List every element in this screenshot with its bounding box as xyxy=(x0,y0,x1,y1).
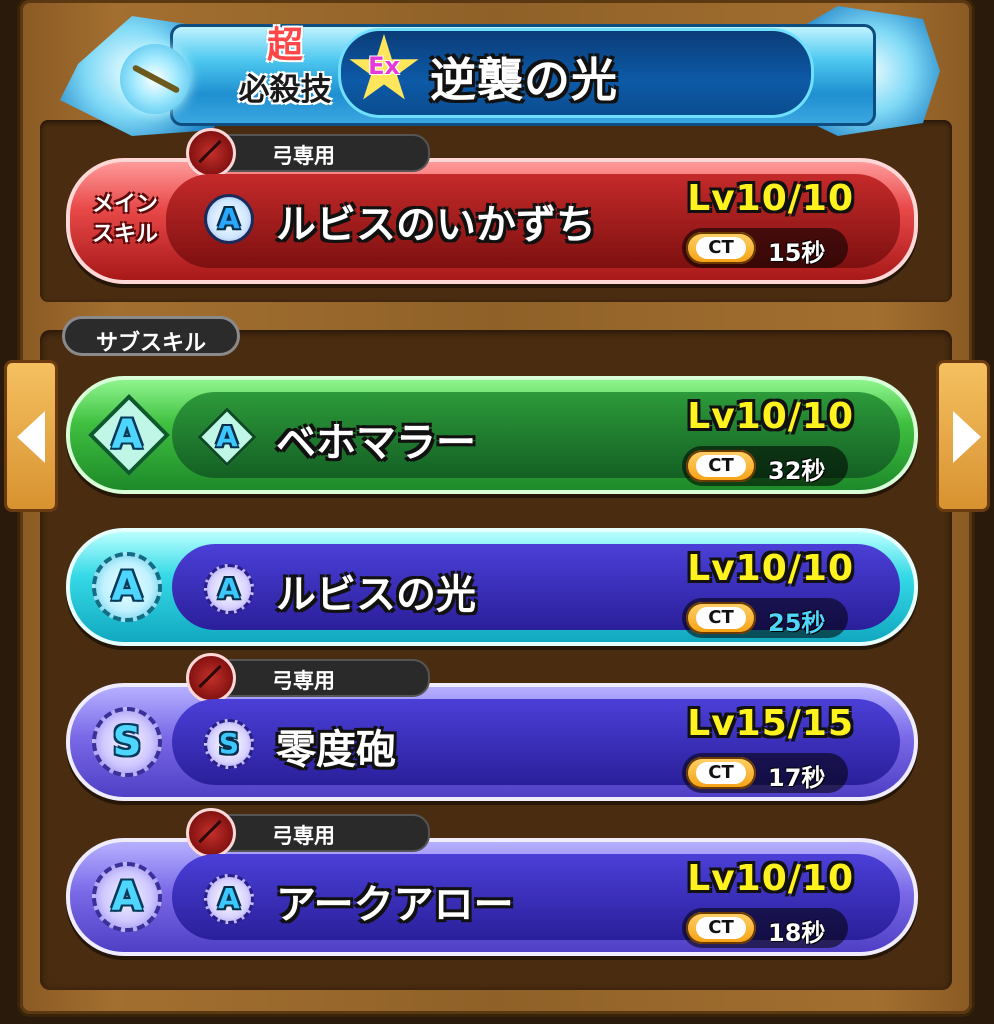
skill-type-big-letter: A xyxy=(111,412,143,458)
cooldown-box: CT 25秒 xyxy=(682,598,848,638)
ct-icon: CT xyxy=(686,232,756,264)
skill-type-letter: A xyxy=(216,420,238,453)
bow-icon xyxy=(186,653,236,703)
bow-only-label: 弓専用 xyxy=(272,144,335,168)
main-skill-label-line1: メイン xyxy=(91,192,158,217)
sub-skill-row[interactable]: A A ベホマラー Lv10/10 CT 32秒 xyxy=(66,376,918,494)
ct-icon: CT xyxy=(686,602,756,634)
prev-button[interactable] xyxy=(4,360,58,512)
sub-skill-name: ベホマラー xyxy=(276,420,476,466)
ct-label: CT xyxy=(696,762,746,784)
sub-skill-name: ルビスの光 xyxy=(276,572,476,618)
main-skill-label-line2: スキル xyxy=(91,222,158,247)
skill-type-big-letter: A xyxy=(111,564,143,610)
skill-type-letter: S xyxy=(218,727,240,760)
ct-label: CT xyxy=(696,917,746,939)
cooldown-box: CT 15秒 xyxy=(682,228,848,268)
ct-icon: CT xyxy=(686,757,756,789)
cooldown-value: 18秒 xyxy=(768,919,826,947)
bow-only-tag: 弓専用 xyxy=(186,653,430,703)
skill-level: Lv10/10 xyxy=(687,396,854,437)
cooldown-box: CT 17秒 xyxy=(682,753,848,793)
ct-label: CT xyxy=(696,455,746,477)
cooldown-box: CT 32秒 xyxy=(682,446,848,486)
bow-only-tag: 弓専用 xyxy=(186,128,430,178)
main-skill-row[interactable]: 弓専用 メイン スキル A ルビスのいかずち Lv10/10 CT 15秒 xyxy=(66,128,918,284)
sub-skill-label: サブスキル xyxy=(95,331,206,356)
chevron-right-icon xyxy=(953,411,981,463)
bow-only-label: 弓専用 xyxy=(272,824,335,848)
skill-type-big-letter: S xyxy=(112,719,142,765)
sub-skill-name: 零度砲 xyxy=(276,727,396,773)
main-skill-label: メイン スキル xyxy=(82,190,168,250)
skill-level: Lv15/15 xyxy=(687,703,854,744)
chevron-left-icon xyxy=(17,411,45,463)
ct-icon: CT xyxy=(686,912,756,944)
weapon-icon xyxy=(120,44,190,114)
sub-skill-tag: サブスキル xyxy=(62,316,240,356)
main-skill-name: ルビスのいかずち xyxy=(276,202,596,248)
cooldown-value: 32秒 xyxy=(768,457,826,485)
skill-type-letter: A xyxy=(218,572,240,605)
cooldown-value: 15秒 xyxy=(768,239,826,267)
super-label: 超 xyxy=(266,25,303,66)
skill-level: Lv10/10 xyxy=(687,178,854,219)
sub-skill-name: アークアロー xyxy=(276,882,514,928)
sub-skill-row[interactable]: 弓専用 A A アークアロー Lv10/10 CT 18秒 xyxy=(66,808,918,956)
skill-type-big-letter: A xyxy=(111,874,143,920)
cooldown-box: CT 18秒 xyxy=(682,908,848,948)
cooldown-value: 17秒 xyxy=(768,764,826,792)
bow-icon xyxy=(186,128,236,178)
next-button[interactable] xyxy=(936,360,990,512)
ct-icon: CT xyxy=(686,450,756,482)
bow-only-label: 弓専用 xyxy=(272,669,335,693)
skill-type-letter: A xyxy=(218,882,240,915)
special-move-title: 逆襲の光 xyxy=(430,53,618,107)
ct-label: CT xyxy=(696,607,746,629)
bow-icon xyxy=(186,808,236,858)
cooldown-value: 25秒 xyxy=(768,609,826,637)
ct-label: CT xyxy=(696,237,746,259)
bow-only-tag: 弓専用 xyxy=(186,808,430,858)
super-special-header[interactable]: 超 必殺技 Ex 逆襲の光 xyxy=(60,6,940,136)
sub-skill-row[interactable]: 弓専用 S S 零度砲 Lv15/15 CT 17秒 xyxy=(66,653,918,801)
skill-level: Lv10/10 xyxy=(687,858,854,899)
ex-label: Ex xyxy=(368,52,400,80)
sub-skill-row[interactable]: A A ルビスの光 Lv10/10 CT 25秒 xyxy=(66,528,918,646)
skill-type-letter: A xyxy=(218,202,240,235)
skill-level: Lv10/10 xyxy=(687,548,854,589)
